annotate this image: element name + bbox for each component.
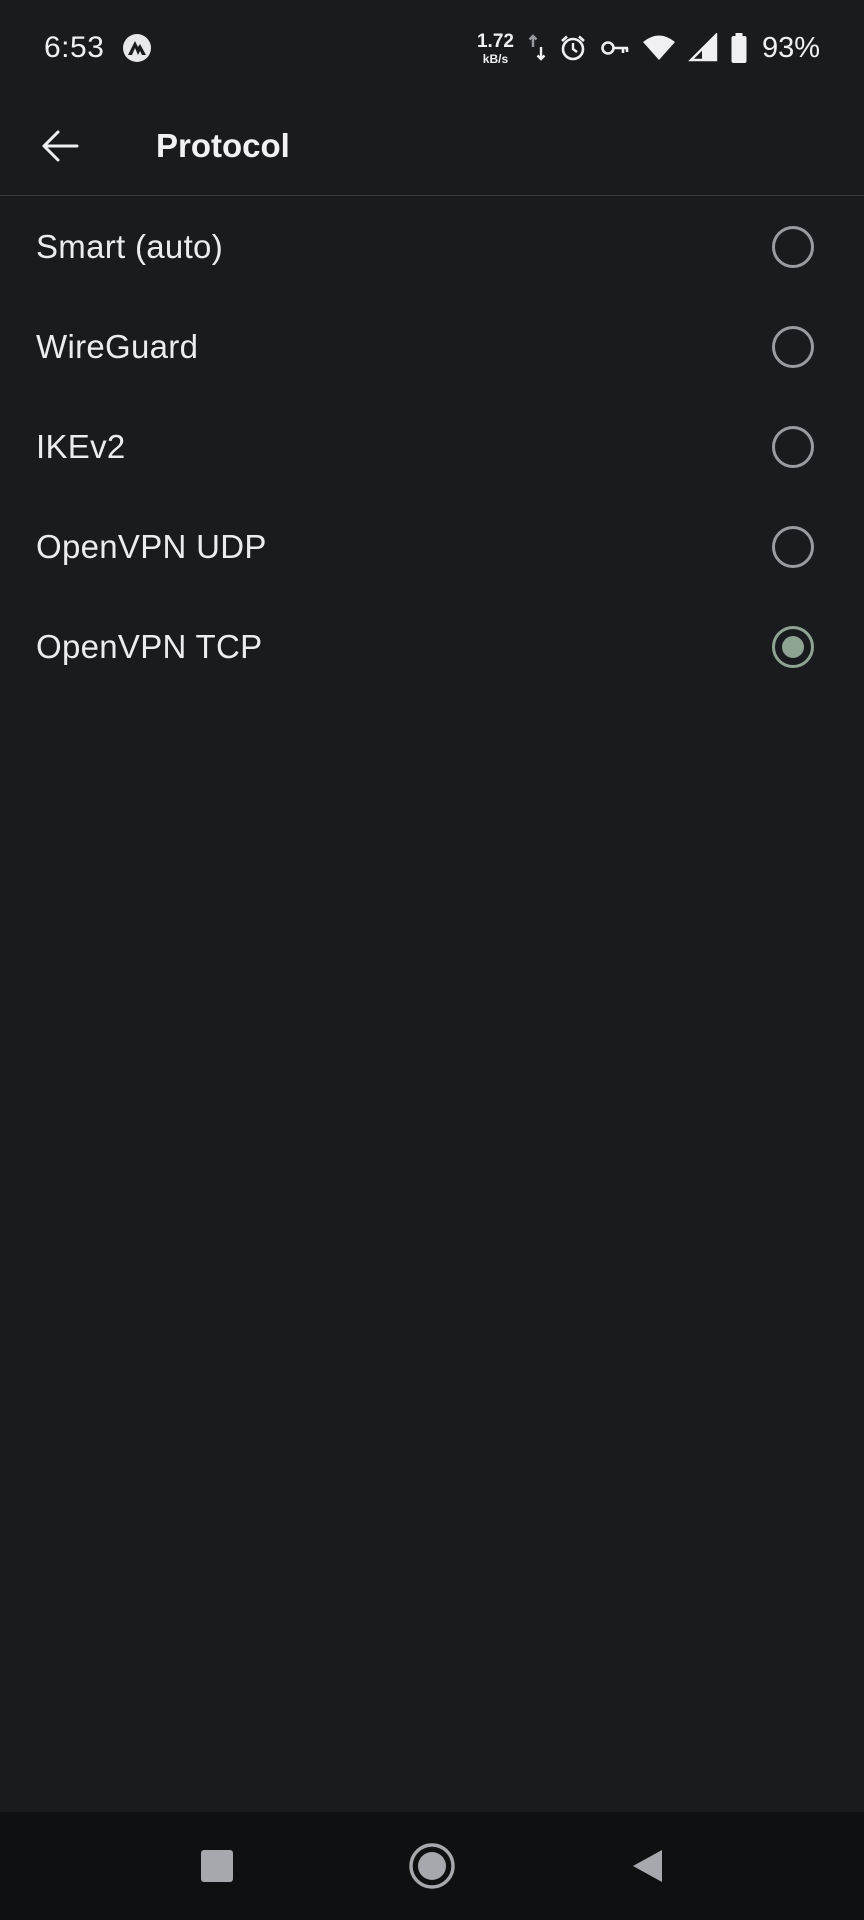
back-button[interactable] [28, 114, 92, 178]
status-right: 1.72 kB/s 93% [477, 32, 820, 65]
protocol-option-wireguard[interactable]: WireGuard [0, 297, 864, 397]
radio-dot [782, 636, 804, 658]
recents-square-icon [200, 1849, 234, 1883]
net-speed-unit: kB/s [482, 51, 509, 66]
battery-percent: 93% [761, 31, 820, 64]
protocol-option-label: WireGuard [36, 328, 199, 365]
protocol-option-label: OpenVPN UDP [36, 528, 267, 565]
page-title: Protocol [156, 126, 290, 164]
alarm-icon [558, 33, 588, 63]
protocol-option-label: Smart (auto) [36, 228, 223, 265]
net-speed-value: 1.72 [476, 30, 514, 52]
home-button[interactable] [392, 1826, 472, 1906]
net-speed: 1.72 kB/s [477, 32, 514, 65]
protocol-option-label: OpenVPN TCP [36, 628, 263, 665]
data-transfer-icon [528, 33, 546, 63]
radio-button-unchecked[interactable] [772, 526, 814, 568]
back-triangle-icon [630, 1848, 664, 1884]
battery-icon [730, 32, 748, 64]
radio-button-unchecked[interactable] [772, 326, 814, 368]
cell-signal-icon [688, 33, 718, 63]
radio-button-checked[interactable] [772, 626, 814, 668]
protocol-option-ikev2[interactable]: IKEv2 [0, 397, 864, 497]
radio-button-unchecked[interactable] [772, 226, 814, 268]
protocol-option-openvpn-tcp[interactable]: OpenVPN TCP [0, 597, 864, 697]
wifi-icon [642, 33, 676, 63]
system-back-button[interactable] [607, 1826, 687, 1906]
protocol-option-smart-auto[interactable]: Smart (auto) [0, 197, 864, 297]
protocol-options-list: Smart (auto) WireGuard IKEv2 OpenVPN UDP Ope… [0, 197, 864, 697]
protocol-option-openvpn-udp[interactable]: OpenVPN UDP [0, 497, 864, 597]
nordvpn-icon [122, 33, 152, 63]
radio-button-unchecked[interactable] [772, 426, 814, 468]
recents-button[interactable] [177, 1826, 257, 1906]
home-circle-icon [408, 1842, 456, 1890]
protocol-option-label: IKEv2 [36, 428, 126, 465]
protocol-screen: 6:53 1.72 kB/s 93% Protocol Smart (auto)… [0, 0, 864, 1920]
status-time: 6:53 [44, 31, 105, 64]
status-bar: 6:53 1.72 kB/s 93% [0, 0, 864, 96]
arrow-back-icon [40, 126, 80, 166]
system-nav-bar [0, 1812, 864, 1920]
status-left: 6:53 [44, 31, 152, 65]
app-bar: Protocol [0, 96, 864, 196]
vpn-key-icon [600, 33, 630, 63]
